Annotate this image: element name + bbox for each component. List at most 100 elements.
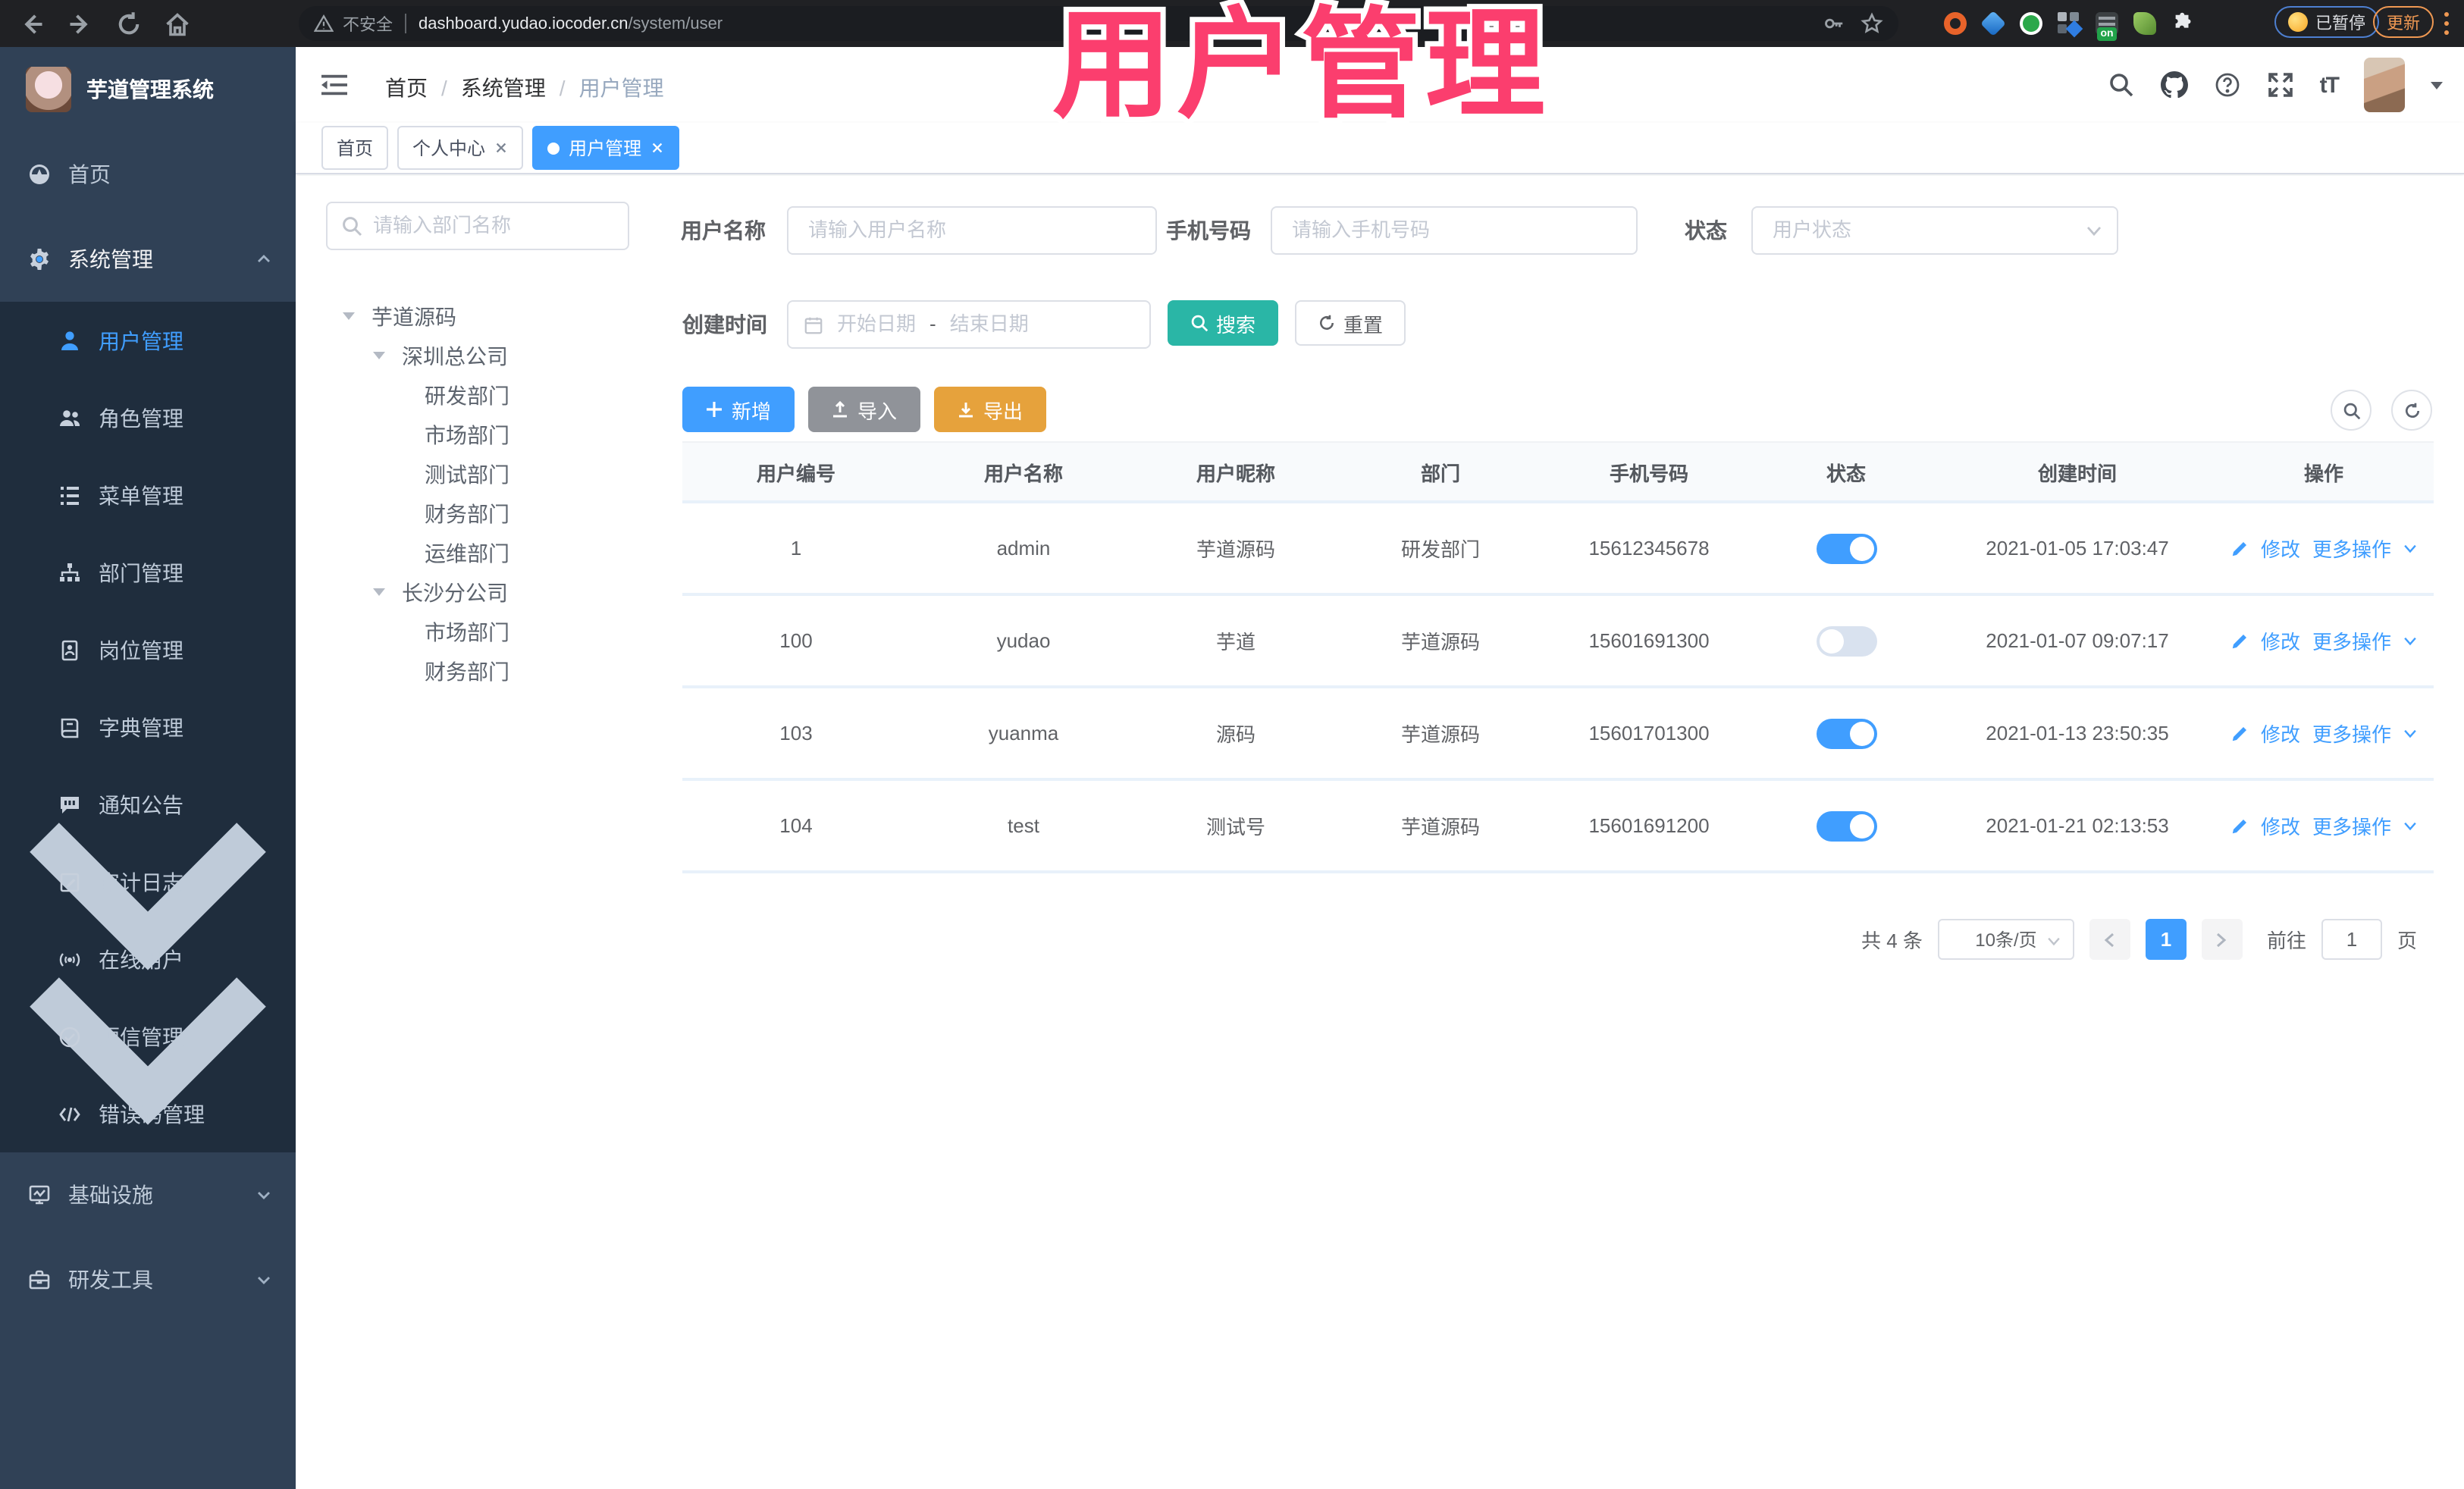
goto-page-input[interactable]: 1: [2321, 919, 2382, 960]
mobile-input[interactable]: 请输入手机号码: [1271, 206, 1638, 255]
status-toggle[interactable]: [1816, 810, 1876, 841]
tree-node[interactable]: 市场部门: [326, 415, 629, 455]
toggle-search-button[interactable]: [2331, 390, 2372, 431]
bookmark-star-icon[interactable]: [1861, 12, 1883, 35]
search-icon[interactable]: [2108, 71, 2135, 99]
fullscreen-icon[interactable]: [2267, 71, 2294, 99]
tag-tab-user-mgmt[interactable]: 用户管理: [532, 126, 680, 170]
more-actions-link[interactable]: 更多操作: [2312, 719, 2391, 748]
browser-toolbar: 不安全 dashboard.yudao.iocoder.cn/system/us…: [0, 0, 2464, 47]
tree-node[interactable]: 芋道源码: [326, 297, 629, 337]
password-key-icon[interactable]: [1823, 12, 1845, 35]
sidebar-item-sms-mgmt[interactable]: 短信管理: [0, 977, 296, 1125]
tree-node[interactable]: 测试部门: [326, 455, 629, 494]
edit-link[interactable]: 修改: [2261, 626, 2300, 655]
date-end-placeholder: 结束日期: [949, 312, 1029, 335]
status-select[interactable]: 用户状态: [1751, 206, 2118, 255]
breadcrumb-home[interactable]: 首页: [385, 73, 428, 103]
more-actions-link[interactable]: 更多操作: [2312, 534, 2391, 563]
more-actions-link[interactable]: 更多操作: [2312, 811, 2391, 840]
profile-paused-chip[interactable]: 已暂停: [2274, 6, 2379, 38]
tree-expand-icon[interactable]: [343, 312, 355, 326]
page-size-select[interactable]: 10条/页: [1937, 919, 2074, 960]
user-icon: [61, 331, 78, 350]
sidebar-item-user-mgmt[interactable]: 用户管理: [0, 302, 296, 379]
close-icon[interactable]: [650, 141, 664, 155]
extension-blue-gem-icon[interactable]: [1980, 11, 2006, 36]
refresh-table-button[interactable]: [2391, 390, 2432, 431]
chevron-left-icon: [2105, 932, 2114, 947]
sidebar-item-system[interactable]: 系统管理: [0, 217, 296, 302]
sidebar-item-menu-mgmt[interactable]: 菜单管理: [0, 456, 296, 534]
col-header-created: 创建时间: [2037, 462, 2117, 484]
tree-expand-icon[interactable]: [373, 352, 385, 365]
sidebar-item-label: 部门管理: [99, 560, 183, 585]
tree-node[interactable]: 财务部门: [326, 494, 629, 534]
chrome-update-button[interactable]: 更新: [2373, 6, 2434, 38]
sidebar-item-role-mgmt[interactable]: 角色管理: [0, 379, 296, 456]
breadcrumb-system[interactable]: 系统管理: [461, 73, 546, 103]
avatar-caret-icon[interactable]: [2431, 81, 2443, 95]
reset-button[interactable]: 重置: [1295, 300, 1406, 346]
browser-menu-icon[interactable]: [2444, 12, 2449, 39]
tag-tab-profile[interactable]: 个人中心: [397, 126, 524, 170]
extension-on-badge-icon[interactable]: on: [2096, 12, 2118, 41]
tag-tab-home[interactable]: 首页: [321, 126, 389, 170]
tree-node[interactable]: 研发部门: [326, 376, 629, 415]
sidebar-item-label: 系统管理: [68, 247, 153, 271]
sidebar-item-post-mgmt[interactable]: 岗位管理: [0, 611, 296, 688]
sidebar-item-label: 菜单管理: [99, 483, 183, 507]
tree-node[interactable]: 长沙分公司: [326, 573, 629, 613]
github-icon[interactable]: [2160, 71, 2188, 99]
username-input[interactable]: 请输入用户名称: [787, 206, 1157, 255]
date-range-input[interactable]: 开始日期 - 结束日期: [787, 300, 1151, 349]
home-icon[interactable]: [164, 10, 191, 37]
tree-node[interactable]: 市场部门: [326, 613, 629, 652]
search-button[interactable]: 搜索: [1168, 300, 1278, 346]
next-page-button[interactable]: [2201, 919, 2243, 960]
edit-link[interactable]: 修改: [2261, 719, 2300, 748]
more-actions-link[interactable]: 更多操作: [2312, 626, 2391, 655]
help-icon[interactable]: [2214, 71, 2241, 99]
dept-search-input[interactable]: 请输入部门名称: [326, 202, 629, 250]
edit-link[interactable]: 修改: [2261, 811, 2300, 840]
import-button[interactable]: 导入: [808, 387, 920, 432]
sidebar-item-dev-tools[interactable]: 研发工具: [0, 1237, 296, 1322]
prev-page-button[interactable]: [2089, 919, 2130, 960]
total-count: 共 4 条: [1861, 929, 1923, 952]
extensions-puzzle-icon[interactable]: [2171, 12, 2194, 35]
status-toggle[interactable]: [1816, 718, 1876, 748]
reload-icon[interactable]: [115, 10, 143, 37]
extension-grid-icon[interactable]: [2058, 12, 2083, 38]
tree-expand-icon[interactable]: [373, 588, 385, 602]
sidebar-item-infra[interactable]: 基础设施: [0, 1152, 296, 1237]
chevron-down-icon: [2048, 937, 2060, 946]
sidebar-collapse-icon[interactable]: [321, 73, 347, 97]
edit-link[interactable]: 修改: [2261, 534, 2300, 563]
font-size-icon[interactable]: tT: [2320, 72, 2340, 98]
app-logo-row[interactable]: 芋道管理系统: [0, 47, 296, 132]
export-button[interactable]: 导出: [934, 387, 1046, 432]
date-start-placeholder: 开始日期: [837, 312, 917, 335]
sidebar-item-label: 用户管理: [99, 328, 183, 353]
forward-icon[interactable]: [67, 10, 94, 37]
extension-green-circle-icon[interactable]: [2020, 12, 2042, 35]
sidebar-item-error-code[interactable]: 错误码管理: [0, 1075, 296, 1152]
extension-orange-ring-icon[interactable]: [1944, 12, 1967, 35]
address-bar[interactable]: 不安全 dashboard.yudao.iocoder.cn/system/us…: [299, 6, 1898, 41]
close-icon[interactable]: [494, 141, 508, 155]
page-number-current[interactable]: 1: [2145, 919, 2187, 960]
add-button[interactable]: 新增: [682, 387, 795, 432]
download-icon: [959, 403, 973, 418]
status-toggle[interactable]: [1816, 533, 1876, 563]
status-toggle[interactable]: [1816, 625, 1876, 656]
tree-node[interactable]: 运维部门: [326, 534, 629, 573]
tree-node[interactable]: 深圳总公司: [326, 337, 629, 376]
sidebar-item-dept-mgmt[interactable]: 部门管理: [0, 534, 296, 611]
col-header-mobile: 手机号码: [1609, 462, 1688, 484]
user-avatar[interactable]: [2364, 58, 2405, 112]
sidebar-item-home[interactable]: 首页: [0, 132, 296, 217]
extension-green-tool-icon[interactable]: [2133, 12, 2156, 35]
back-icon[interactable]: [18, 10, 45, 37]
tree-node[interactable]: 财务部门: [326, 652, 629, 691]
